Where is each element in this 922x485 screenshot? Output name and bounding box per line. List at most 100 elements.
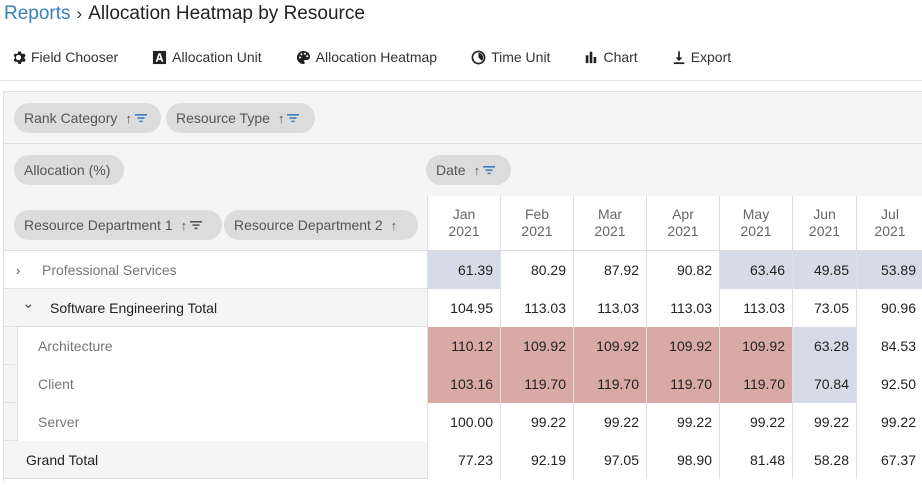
- row-label-cell: [17, 365, 427, 403]
- value-cell: 99.22: [719, 403, 792, 441]
- column-header-year: 2021: [667, 223, 699, 239]
- value-cell: 73.05: [792, 289, 856, 327]
- row-label: Grand Total: [26, 452, 99, 468]
- value-cell: 109.92: [500, 327, 573, 365]
- rank-category-chip[interactable]: Rank Category ↑: [14, 103, 161, 133]
- column-header-month: Jun: [813, 206, 836, 222]
- value-cell: 119.70: [719, 365, 792, 403]
- column-header-feb[interactable]: Feb 2021: [500, 196, 573, 251]
- time-unit-label: Time Unit: [491, 49, 551, 65]
- column-header-apr[interactable]: Apr 2021: [646, 196, 719, 251]
- grand-total-row: Grand Total 77.23 92.19 97.05 98.90 81.48 58.2…: [4, 441, 922, 479]
- value-cell: 58.28: [792, 441, 856, 479]
- column-header-year: 2021: [808, 223, 841, 239]
- resource-department-2-label: Resource Department 2: [234, 217, 383, 233]
- filter-icon[interactable]: [287, 113, 300, 123]
- value-cell: 63.28: [792, 327, 856, 365]
- column-header-may[interactable]: May 2021: [719, 196, 792, 251]
- allocation-unit-label: Allocation Unit: [172, 49, 262, 65]
- filter-area: Rank Category ↑ Resource Type ↑: [4, 92, 922, 144]
- row-label: Professional Services: [42, 262, 177, 278]
- sort-asc-icon[interactable]: ↑: [474, 163, 481, 178]
- value-cell: 119.70: [500, 365, 573, 403]
- filter-icon[interactable]: [483, 165, 496, 175]
- value-cell: 77.23: [427, 441, 500, 479]
- resource-type-chip[interactable]: Resource Type ↑: [166, 103, 315, 133]
- letter-a-icon: [153, 50, 167, 64]
- allocation-unit-button[interactable]: Allocation Unit: [152, 49, 262, 65]
- sort-asc-icon[interactable]: ↑: [125, 111, 132, 126]
- table-row: Client 103.16 119.70 119.70 119.70 119.70 70.8…: [4, 365, 922, 403]
- column-header-jan[interactable]: Jan 2021: [427, 196, 500, 251]
- breadcrumb: Reports › Allocation Heatmap by Resource: [4, 3, 365, 25]
- breadcrumb-chevron-icon: ›: [76, 4, 83, 23]
- export-label: Export: [690, 49, 732, 65]
- palette-icon: [296, 50, 310, 64]
- value-cell: 92.50: [856, 365, 922, 403]
- value-cell: 53.89: [856, 251, 922, 289]
- field-chooser-button[interactable]: Field Chooser: [11, 49, 118, 65]
- sort-asc-icon[interactable]: ↑: [278, 111, 285, 126]
- collapse-chevron-down-icon[interactable]: ⌄: [22, 284, 35, 322]
- column-header-year: 2021: [874, 223, 906, 239]
- value-cell: 70.84: [792, 365, 856, 403]
- value-cell: 113.03: [500, 289, 573, 327]
- column-header-month: Mar: [597, 206, 623, 222]
- value-cell: 81.48: [719, 441, 792, 479]
- value-cell: 109.92: [646, 327, 719, 365]
- pivot-grid: Rank Category ↑ Resource Type ↑ Allocati…: [3, 91, 922, 481]
- column-header-month: Jan: [452, 206, 476, 222]
- value-cell: 80.29: [500, 251, 573, 289]
- allocation-label: Allocation (%): [24, 162, 111, 178]
- column-header-month: Feb: [524, 206, 550, 222]
- column-header-jun[interactable]: Jun 2021: [792, 196, 856, 251]
- row-label: Software Engineering Total: [50, 300, 218, 316]
- toolbar: Field Chooser Allocation Unit Allocation…: [11, 46, 731, 68]
- value-cell: 109.92: [573, 327, 646, 365]
- value-cell: 67.37: [856, 441, 922, 479]
- filter-icon[interactable]: [190, 220, 203, 230]
- date-column-chip[interactable]: Date ↑: [426, 155, 511, 185]
- sort-asc-icon[interactable]: ↑: [391, 218, 398, 233]
- value-cell: 99.22: [792, 403, 856, 441]
- value-cell: 98.90: [646, 441, 719, 479]
- value-cell: 113.03: [646, 289, 719, 327]
- column-header-month: May: [742, 206, 770, 222]
- column-header-year: 2021: [448, 223, 480, 239]
- date-label: Date: [436, 162, 466, 178]
- chart-button[interactable]: Chart: [584, 49, 638, 65]
- time-unit-button[interactable]: Time Unit: [471, 49, 550, 65]
- allocation-data-chip[interactable]: Allocation (%): [14, 155, 124, 185]
- value-cell: 109.92: [719, 327, 792, 365]
- table-row: Server 100.00 99.22 99.22 99.22 99.22 99.22 99.…: [4, 403, 922, 441]
- sort-asc-icon[interactable]: ↑: [181, 218, 188, 233]
- column-header-jul[interactable]: Jul 2021: [856, 196, 922, 251]
- filter-icon[interactable]: [134, 113, 147, 123]
- table-row: › Professional Services 61.39 80.29 87.92 90.…: [4, 251, 922, 289]
- chart-label: Chart: [603, 49, 638, 65]
- value-cell: 90.96: [856, 289, 922, 327]
- column-header-year: 2021: [740, 223, 772, 239]
- export-button[interactable]: Export: [672, 49, 731, 65]
- resource-department-1-chip[interactable]: Resource Department 1 ↑: [14, 210, 222, 240]
- breadcrumb-reports-link[interactable]: Reports: [4, 3, 71, 25]
- allocation-heatmap-label: Allocation Heatmap: [315, 49, 438, 65]
- value-cell: 99.22: [500, 403, 573, 441]
- row-area: Resource Department 1 ↑ Resource Departm…: [4, 196, 427, 251]
- value-cell: 49.85: [792, 251, 856, 289]
- value-cell: 113.03: [719, 289, 792, 327]
- allocation-heatmap-button[interactable]: Allocation Heatmap: [296, 49, 437, 65]
- expand-chevron-right-icon[interactable]: ›: [16, 251, 20, 289]
- value-cell: 110.12: [427, 327, 500, 365]
- field-chooser-label: Field Chooser: [31, 49, 119, 65]
- value-cell: 99.22: [573, 403, 646, 441]
- column-header-month: Apr: [672, 206, 694, 222]
- resource-department-1-label: Resource Department 1: [24, 217, 173, 233]
- bar-chart-icon: [586, 51, 597, 64]
- value-cell: 99.22: [856, 403, 922, 441]
- value-cell: 113.03: [573, 289, 646, 327]
- row-label: Server: [38, 414, 80, 430]
- resource-department-2-chip[interactable]: Resource Department 2 ↑: [224, 210, 418, 240]
- clock-icon: [471, 50, 486, 64]
- column-header-mar[interactable]: Mar 2021: [573, 196, 646, 251]
